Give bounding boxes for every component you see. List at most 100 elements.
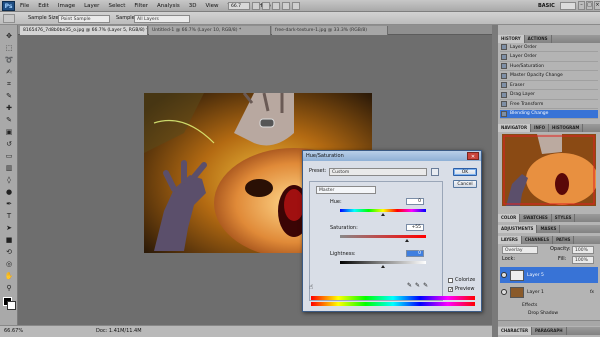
cs-live-button[interactable] bbox=[560, 2, 576, 10]
menu-item-layer[interactable]: Layer bbox=[84, 3, 99, 9]
menu-item-view[interactable]: View bbox=[205, 3, 218, 9]
tab-color[interactable]: COLOR bbox=[498, 214, 521, 222]
shape-tool-icon[interactable]: ■ bbox=[3, 235, 15, 245]
lightness-slider-thumb[interactable] bbox=[381, 265, 385, 268]
status-doc-size[interactable]: Doc: 1.41M/11.4M bbox=[96, 327, 142, 336]
eraser-tool-icon[interactable]: ▭ bbox=[3, 151, 15, 161]
layer-row-layer-5[interactable]: Layer 5 bbox=[500, 267, 598, 283]
eyedropper-tool-icon[interactable]: ✎ bbox=[3, 91, 15, 101]
tab-channels[interactable]: CHANNELS bbox=[522, 236, 554, 244]
3d-camera-tool-icon[interactable]: ◎ bbox=[3, 259, 15, 269]
menu-item-3d[interactable]: 3D bbox=[189, 3, 197, 9]
history-item[interactable]: Layer Order bbox=[500, 43, 598, 52]
close-icon[interactable]: × bbox=[594, 1, 600, 10]
move-tool-icon[interactable]: ✥ bbox=[3, 31, 15, 41]
tab-masks[interactable]: MASKS bbox=[537, 225, 561, 233]
layer-row-layer-1[interactable]: Layer 1 fx bbox=[500, 284, 598, 300]
eyedropper-add-icon[interactable]: ✎ bbox=[415, 282, 420, 289]
history-item[interactable]: Free Transform bbox=[500, 100, 598, 109]
tab-paragraph[interactable]: PARAGRAPH bbox=[532, 327, 567, 335]
lightness-value[interactable]: 0 bbox=[406, 250, 424, 257]
zoom-level-select[interactable]: 66.7 bbox=[228, 2, 250, 10]
quick-select-tool-icon[interactable]: ✍ bbox=[3, 67, 15, 77]
blur-tool-icon[interactable]: ◊ bbox=[3, 175, 15, 185]
hand-icon[interactable] bbox=[252, 2, 260, 10]
eyedropper-tool-preset-icon[interactable] bbox=[3, 14, 15, 23]
preset-options-icon[interactable] bbox=[431, 168, 439, 176]
tab-layers[interactable]: LAYERS bbox=[498, 236, 522, 244]
menu-item-select[interactable]: Select bbox=[108, 3, 125, 9]
preset-select[interactable]: Custom bbox=[329, 168, 427, 176]
layer-effects-row[interactable]: Effects bbox=[500, 301, 598, 309]
opacity-input[interactable]: 100% bbox=[572, 246, 594, 254]
history-item[interactable]: Master Opacity Change bbox=[500, 72, 598, 81]
healing-brush-tool-icon[interactable]: ✚ bbox=[3, 103, 15, 113]
sample-size-select[interactable]: Point Sample bbox=[58, 15, 110, 23]
marquee-tool-icon[interactable]: ⬚ bbox=[3, 43, 15, 53]
saturation-slider-thumb[interactable] bbox=[404, 239, 409, 242]
status-zoom[interactable]: 66.67% bbox=[4, 327, 23, 336]
tab-character[interactable]: CHARACTER bbox=[498, 327, 533, 335]
layer-name[interactable]: Layer 5 bbox=[527, 273, 544, 278]
hue-slider-thumb[interactable] bbox=[381, 213, 385, 216]
visibility-eye-icon[interactable] bbox=[501, 272, 507, 278]
cancel-button[interactable]: Cancel bbox=[453, 180, 477, 188]
blend-mode-select[interactable]: Overlay bbox=[502, 246, 538, 254]
menu-item-file[interactable]: File bbox=[20, 3, 29, 9]
colorize-checkbox[interactable] bbox=[448, 278, 453, 283]
menu-item-edit[interactable]: Edit bbox=[38, 3, 49, 9]
saturation-slider-track[interactable] bbox=[340, 235, 426, 238]
menu-item-analysis[interactable]: Analysis bbox=[157, 3, 180, 9]
minimize-icon[interactable]: – bbox=[578, 1, 585, 10]
dodge-tool-icon[interactable]: ● bbox=[3, 187, 15, 197]
eyedropper-icon[interactable]: ✎ bbox=[407, 282, 412, 289]
arrange-documents-icon[interactable] bbox=[282, 2, 290, 10]
hand-tool-icon[interactable]: ✋ bbox=[3, 271, 15, 281]
background-color-swatch[interactable] bbox=[7, 301, 16, 310]
preview-checkbox[interactable]: ✓ bbox=[448, 287, 453, 293]
brush-tool-icon[interactable]: ✎ bbox=[3, 115, 15, 125]
tab-paths[interactable]: PATHS bbox=[553, 236, 575, 244]
tab-styles[interactable]: STYLES bbox=[552, 214, 576, 222]
canvas-area[interactable]: Hue/Saturation ✕ Preset: Custom OK Cance… bbox=[18, 35, 492, 325]
lightness-slider-track[interactable] bbox=[340, 261, 426, 264]
preview-option[interactable]: ✓ Preview bbox=[448, 285, 474, 294]
hue-value[interactable]: 0 bbox=[406, 198, 424, 205]
colorize-option[interactable]: Colorize bbox=[448, 276, 475, 285]
maximize-icon[interactable]: □ bbox=[586, 1, 593, 10]
history-brush-tool-icon[interactable]: ↺ bbox=[3, 139, 15, 149]
history-item[interactable]: Layer Order bbox=[500, 53, 598, 62]
clone-stamp-tool-icon[interactable]: ▣ bbox=[3, 127, 15, 137]
tab-adjustments[interactable]: ADJUSTMENTS bbox=[498, 225, 538, 233]
tab-swatches[interactable]: SWATCHES bbox=[520, 214, 552, 222]
sample-select[interactable]: All Layers bbox=[134, 15, 190, 23]
channel-select[interactable]: Master bbox=[316, 186, 376, 194]
fill-input[interactable]: 100% bbox=[572, 256, 594, 264]
layer-effect-drop-shadow[interactable]: Drop Shadow bbox=[500, 309, 598, 317]
menu-item-filter[interactable]: Filter bbox=[134, 3, 148, 9]
visibility-eye-icon[interactable] bbox=[501, 289, 507, 295]
lasso-tool-icon[interactable]: ➰ bbox=[3, 55, 15, 65]
screen-mode-icon[interactable] bbox=[292, 2, 300, 10]
history-item[interactable]: Eraser bbox=[500, 81, 598, 90]
tab-info[interactable]: INFO bbox=[531, 124, 550, 132]
hue-slider-track[interactable] bbox=[340, 209, 426, 212]
tab-histogram[interactable]: HISTOGRAM bbox=[549, 124, 584, 132]
eyedropper-subtract-icon[interactable]: ✎ bbox=[423, 282, 428, 289]
doc-tab[interactable]: 8165476_7d8b0be35_o.jpg @ 66.7% (Layer 5… bbox=[20, 26, 148, 35]
gradient-tool-icon[interactable]: ▥ bbox=[3, 163, 15, 173]
targeted-adjustment-icon[interactable]: ☝ bbox=[309, 283, 313, 291]
layer-name[interactable]: Layer 1 bbox=[527, 290, 544, 295]
tab-navigator[interactable]: NAVIGATOR bbox=[498, 124, 532, 132]
type-tool-icon[interactable]: T bbox=[3, 211, 15, 221]
3d-rotate-tool-icon[interactable]: ⟲ bbox=[3, 247, 15, 257]
fx-icon[interactable]: fx bbox=[590, 290, 594, 295]
path-select-tool-icon[interactable]: ➤ bbox=[3, 223, 15, 233]
workspace-switcher[interactable]: BASIC bbox=[538, 2, 558, 10]
rotate-view-icon[interactable] bbox=[272, 2, 280, 10]
doc-tab[interactable]: free-dark-texture-1.jpg @ 33.3% (RGB/8) bbox=[272, 26, 388, 35]
menu-item-image[interactable]: Image bbox=[58, 3, 75, 9]
doc-tab[interactable]: Untitled-1 @ 66.7% (Layer 10, RGB/8) * bbox=[149, 26, 271, 35]
ok-button[interactable]: OK bbox=[453, 168, 477, 176]
zoom-tool-icon[interactable]: ⚲ bbox=[3, 283, 15, 293]
